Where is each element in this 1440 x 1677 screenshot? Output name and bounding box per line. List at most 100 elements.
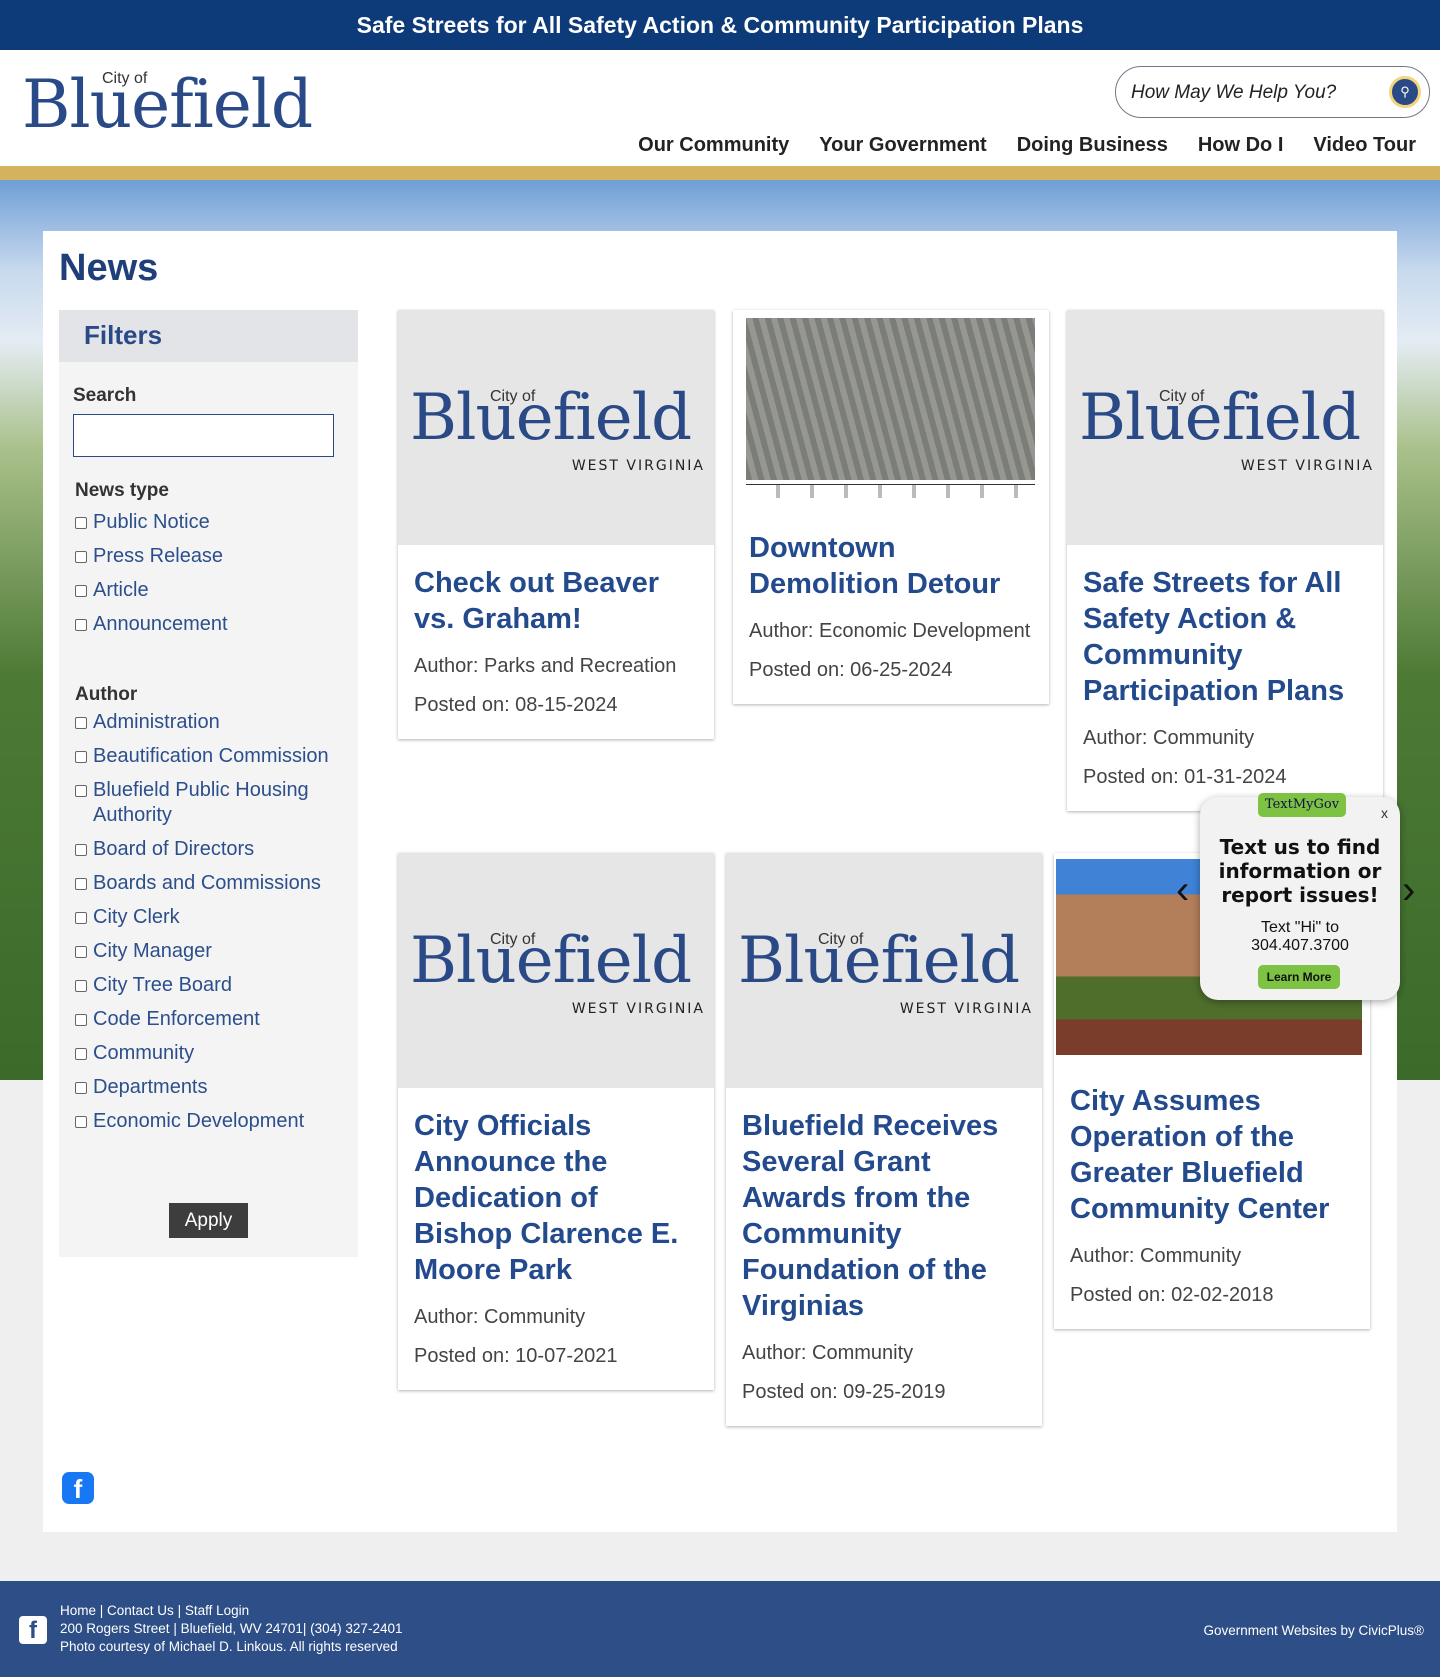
checkbox-author[interactable]: Departments — [75, 1075, 345, 1100]
checkbox-author[interactable]: Boards and Commissions — [75, 871, 345, 896]
checkbox[interactable] — [75, 912, 87, 924]
nav-video-tour[interactable]: Video Tour — [1313, 134, 1416, 157]
checkbox[interactable] — [75, 946, 87, 958]
checkbox-author[interactable]: Code Enforcement — [75, 1007, 345, 1032]
checkbox[interactable] — [75, 1116, 87, 1128]
checkbox[interactable] — [75, 844, 87, 856]
news-type-list: Public Notice Press Release Article Anno… — [75, 510, 345, 646]
footer-link-staff-login[interactable]: Staff Login — [185, 1603, 249, 1618]
close-icon[interactable]: x — [1381, 805, 1388, 821]
carousel-next-icon[interactable]: › — [1402, 868, 1415, 913]
site-footer: f Home | Contact Us | Staff Login 200 Ro… — [0, 1581, 1440, 1677]
checkbox[interactable] — [75, 1014, 87, 1026]
footer-link-home[interactable]: Home — [60, 1603, 96, 1618]
news-card[interactable]: City of Bluefield WEST VIRGINIA Bluefield R… — [726, 853, 1042, 1426]
checkbox-author[interactable]: Administration — [75, 710, 345, 735]
gold-divider — [0, 166, 1440, 180]
news-title-link[interactable]: Downtown Demolition Detour — [749, 530, 1033, 602]
facebook-icon[interactable]: f — [19, 1616, 47, 1644]
news-card[interactable]: City of Bluefield WEST VIRGINIA City Offici… — [398, 853, 714, 1390]
checkbox-label: Economic Development — [93, 1110, 305, 1132]
news-image[interactable]: City of Bluefield WEST VIRGINIA — [398, 310, 714, 545]
facebook-icon[interactable]: f — [62, 1472, 94, 1504]
checkbox[interactable] — [75, 717, 87, 729]
site-search[interactable]: How May We Help You? ⚲ — [1115, 66, 1430, 118]
news-author: Author: Economic Development — [749, 620, 1031, 642]
author-list[interactable]: Administration Beautification Commission B… — [75, 710, 345, 1180]
logo-name: Bluefield — [738, 924, 1020, 998]
checkbox-author[interactable]: City Manager — [75, 939, 345, 964]
news-title-link[interactable]: Check out Beaver vs. Graham! — [414, 565, 698, 637]
checkbox-public-notice[interactable]: Public Notice — [75, 510, 345, 535]
search-label: Search — [73, 385, 137, 406]
popup-phone: 304.407.3700 — [1251, 937, 1349, 954]
checkbox-label: Community — [93, 1042, 195, 1064]
checkbox-author[interactable]: Beautification Commission — [75, 744, 345, 769]
announcement-banner[interactable]: Safe Streets for All Safety Action & Com… — [0, 0, 1440, 50]
checkbox-press-release[interactable]: Press Release — [75, 544, 345, 569]
footer-links: Home | Contact Us | Staff Login — [60, 1603, 250, 1618]
checkbox-author[interactable]: Economic Development — [75, 1109, 345, 1134]
news-image[interactable]: City of Bluefield WEST VIRGINIA — [726, 853, 1042, 1088]
checkbox[interactable] — [75, 619, 87, 631]
filters-sidebar: Filters Search News type Public Notice P… — [59, 310, 358, 1257]
nav-doing-business[interactable]: Doing Business — [1017, 134, 1168, 157]
news-title-link[interactable]: City Officials Announce the Dedication o… — [414, 1108, 698, 1288]
civicplus-link[interactable]: Government Websites by CivicPlus® — [1203, 1623, 1424, 1638]
checkbox-label: City Clerk — [93, 906, 180, 928]
popup-text: Text "Hi" to 304.407.3700 — [1200, 919, 1400, 955]
checkbox-author[interactable]: Community — [75, 1041, 345, 1066]
site-logo[interactable]: City of Bluefield WEST VIRGINIA — [22, 70, 313, 182]
checkbox[interactable] — [75, 878, 87, 890]
checkbox[interactable] — [75, 751, 87, 763]
checkbox[interactable] — [75, 551, 87, 563]
news-card[interactable]: City of Bluefield WEST VIRGINIA Safe Street… — [1067, 310, 1383, 811]
main-nav: Our Community Your Government Doing Busi… — [638, 134, 1416, 157]
popup-line1: Text "Hi" to — [1260, 919, 1340, 936]
news-image[interactable]: City of Bluefield WEST VIRGINIA — [398, 853, 714, 1088]
nav-your-government[interactable]: Your Government — [819, 134, 986, 157]
checkbox-author[interactable]: City Tree Board — [75, 973, 345, 998]
news-image[interactable] — [733, 310, 1049, 510]
checkbox-announcement[interactable]: Announcement — [75, 612, 345, 637]
nav-our-community[interactable]: Our Community — [638, 134, 789, 157]
logo-state: WEST VIRGINIA — [571, 458, 705, 474]
logo-city-of: City of — [490, 388, 536, 405]
checkbox-label: Code Enforcement — [93, 1008, 260, 1030]
checkbox[interactable] — [75, 980, 87, 992]
checkbox[interactable] — [75, 1082, 87, 1094]
news-title-link[interactable]: Safe Streets for All Safety Action & Com… — [1083, 565, 1367, 709]
textmygov-logo: TextMyGov — [1258, 793, 1346, 817]
search-icon[interactable]: ⚲ — [1389, 76, 1421, 108]
checkbox[interactable] — [75, 585, 87, 597]
checkbox-author[interactable]: Bluefield Public Housing Authority — [75, 778, 345, 828]
checkbox[interactable] — [75, 785, 87, 797]
search-input[interactable]: How May We Help You? — [1131, 82, 1336, 104]
checkbox-label: Announcement — [93, 613, 228, 635]
filters-heading: Filters — [59, 310, 358, 362]
footer-link-contact[interactable]: Contact Us — [107, 1603, 174, 1618]
carousel-prev-icon[interactable]: ‹ — [1176, 868, 1189, 913]
filter-search-input[interactable] — [73, 414, 334, 457]
checkbox-label: City Tree Board — [93, 974, 232, 996]
checkbox-article[interactable]: Article — [75, 578, 345, 603]
news-date: Posted on: 09-25-2019 — [742, 1381, 946, 1403]
logo-city-of: City of — [490, 931, 536, 948]
checkbox-author[interactable]: City Clerk — [75, 905, 345, 930]
apply-button[interactable]: Apply — [169, 1203, 248, 1238]
banner-link[interactable]: Safe Streets for All Safety Action & Com… — [357, 12, 1084, 39]
news-author: Author: Parks and Recreation — [414, 655, 677, 677]
news-image[interactable]: City of Bluefield WEST VIRGINIA — [1067, 310, 1383, 545]
checkbox[interactable] — [75, 1048, 87, 1060]
learn-more-button[interactable]: Learn More — [1258, 965, 1340, 989]
checkbox-author[interactable]: Board of Directors — [75, 837, 345, 862]
news-title-link[interactable]: City Assumes Operation of the Greater Bl… — [1070, 1083, 1354, 1227]
checkbox[interactable] — [75, 517, 87, 529]
checkbox-label: Board of Directors — [93, 838, 255, 860]
news-title-link[interactable]: Bluefield Receives Several Grant Awards … — [742, 1108, 1026, 1324]
popup-heading: Text us to find information or report is… — [1218, 835, 1382, 907]
news-card[interactable]: Downtown Demolition Detour Author: Econom… — [733, 310, 1049, 704]
nav-how-do-i[interactable]: How Do I — [1198, 134, 1284, 157]
checkbox-label: City Manager — [93, 940, 212, 962]
news-card[interactable]: City of Bluefield WEST VIRGINIA Check out B… — [398, 310, 714, 739]
